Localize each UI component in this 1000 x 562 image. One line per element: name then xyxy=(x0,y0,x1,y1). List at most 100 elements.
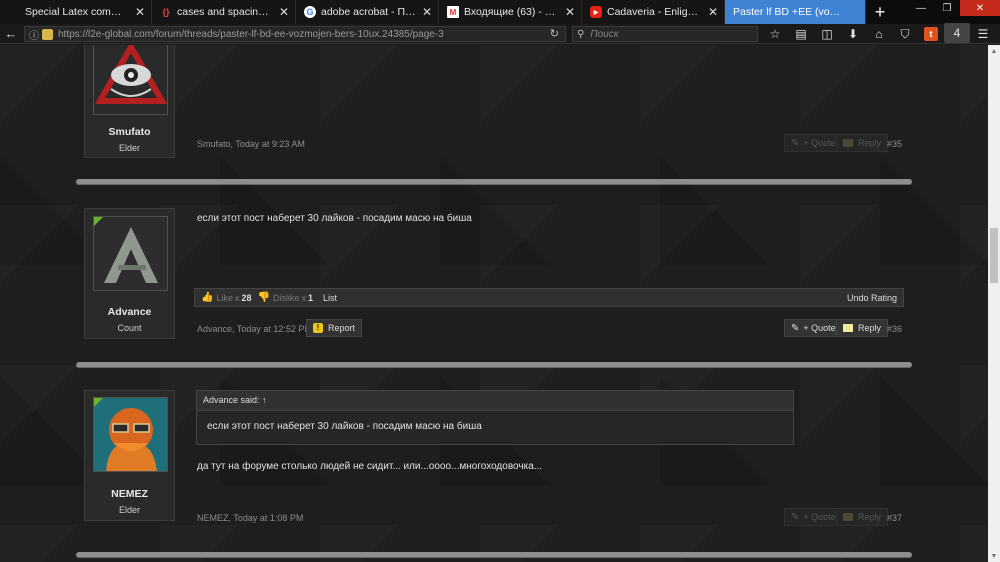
window-controls: — ❐ ✕ xyxy=(908,0,1000,16)
tab-title: adobe acrobat - Поиск в xyxy=(321,6,416,18)
post-divider xyxy=(76,552,912,558)
close-icon[interactable]: ✕ xyxy=(135,5,145,19)
tab-cases-spacing[interactable]: {} cases and spacing betwee ✕ xyxy=(152,0,296,24)
extension-icon[interactable]: t xyxy=(924,27,938,41)
reply-button[interactable]: Reply xyxy=(836,508,889,526)
quote-header[interactable]: Advance said: ↑ xyxy=(197,391,793,411)
tab-title: Paster lf BD +EE (vozmojen b xyxy=(733,6,843,18)
close-icon[interactable]: ✕ xyxy=(565,5,575,19)
reply-label: Reply xyxy=(858,138,882,148)
pen-icon: ✎ xyxy=(791,322,800,334)
quote-label: + Quote xyxy=(803,138,836,148)
tab-special-latex[interactable]: Special Latex commands ✕ xyxy=(0,0,152,24)
user-title: Elder xyxy=(118,505,140,515)
thumbs-down-icon[interactable]: 👎 xyxy=(257,292,269,303)
report-button[interactable]: ! Report xyxy=(306,319,363,337)
quote-button[interactable]: ✎ + Quote xyxy=(784,508,843,526)
tab-bar: Special Latex commands ✕ {} cases and sp… xyxy=(0,0,1000,24)
info-icon[interactable]: ⓘ xyxy=(29,27,39,42)
ublock-badge: 4 xyxy=(944,23,970,43)
reload-icon[interactable]: ↻ xyxy=(550,27,559,40)
quote-button[interactable]: ✎ + Quote xyxy=(784,319,843,337)
post-message: да тут на форуме столько людей не сидит.… xyxy=(197,461,543,472)
download-icon[interactable]: ⬇ xyxy=(840,24,866,44)
reply-button[interactable]: Reply xyxy=(836,134,889,152)
quote-label: + Quote xyxy=(803,323,836,333)
url-bar[interactable]: ⓘ https://l2e-global.com/forum/threads/p… xyxy=(24,26,566,42)
blank-icon xyxy=(8,6,20,18)
bookmark-star-icon[interactable]: ☆ xyxy=(762,24,788,44)
like-label[interactable]: Like xyxy=(216,293,233,303)
menu-icon[interactable]: ☰ xyxy=(970,24,996,44)
minimize-icon[interactable]: — xyxy=(908,0,934,16)
avatar[interactable] xyxy=(93,397,168,472)
warning-icon: ! xyxy=(313,323,323,333)
post-meta[interactable]: Smufato, Today at 9:23 AM xyxy=(197,139,305,149)
pocket-icon[interactable]: ◫ xyxy=(814,24,840,44)
username[interactable]: Advance xyxy=(85,306,174,318)
likes-list-link[interactable]: List xyxy=(323,293,337,303)
user-title: Count xyxy=(117,323,142,333)
site-identity-icon[interactable] xyxy=(42,28,53,40)
post-meta[interactable]: NEMEZ, Today at 1:08 PM xyxy=(197,513,303,523)
likes-summary: 👍 Like x 28 👎 Dislike x 1 List Undo Rati… xyxy=(194,288,904,307)
mute-close-icon[interactable]: ✕ xyxy=(708,5,718,19)
search-placeholder: Поиск xyxy=(590,28,619,40)
bracket-icon: {} xyxy=(162,7,170,17)
window-close-icon[interactable]: ✕ xyxy=(960,0,1000,16)
dislike-label[interactable]: Dislike xyxy=(273,293,300,303)
like-count: 28 xyxy=(241,292,252,303)
quote-label: + Quote xyxy=(803,512,836,522)
user-info-box: NEMEZ Elder xyxy=(84,390,175,521)
avatar[interactable] xyxy=(93,45,168,115)
tab-title: Special Latex commands xyxy=(25,6,129,18)
undo-rating-link[interactable]: Undo Rating xyxy=(847,293,897,303)
tab-title: cases and spacing betwee xyxy=(177,6,273,18)
home-icon[interactable]: ⌂ xyxy=(866,24,892,44)
username[interactable]: NEMEZ xyxy=(85,488,174,500)
ublock-icon[interactable]: ub4 xyxy=(944,23,970,43)
maximize-icon[interactable]: ❐ xyxy=(934,0,960,16)
tab-title: Входящие (63) - petr.kolo xyxy=(464,6,559,18)
shield-icon[interactable]: ⛉ xyxy=(892,24,918,44)
post-number[interactable]: #36 xyxy=(887,324,902,334)
avatar[interactable] xyxy=(93,216,168,291)
page-scrollbar[interactable]: ▲ ▼ xyxy=(988,45,1000,562)
pen-icon: ✎ xyxy=(791,511,800,523)
new-tab-button[interactable]: + xyxy=(866,0,894,24)
post-number[interactable]: #37 xyxy=(887,513,902,523)
search-input[interactable]: ⚲ Поиск xyxy=(572,26,758,42)
user-info-box: Smufato Elder xyxy=(84,45,175,158)
user-title: Elder xyxy=(118,143,140,153)
navigation-bar: ← ⓘ https://l2e-global.com/forum/threads… xyxy=(0,23,1000,44)
close-icon[interactable]: ✕ xyxy=(279,5,289,19)
tab-forum-thread[interactable]: Paster lf BD +EE (vozmojen b xyxy=(725,0,866,24)
report-label: Report xyxy=(328,323,356,333)
username[interactable]: Smufato xyxy=(85,126,174,138)
thumbs-up-icon[interactable]: 👍 xyxy=(201,292,213,303)
post-meta[interactable]: Advance, Today at 12:52 PM xyxy=(197,324,312,334)
tab-gmail-inbox[interactable]: M Входящие (63) - petr.kolo ✕ xyxy=(439,0,582,24)
quote-button[interactable]: ✎ + Quote xyxy=(784,134,843,152)
back-arrow-icon[interactable]: ← xyxy=(0,24,22,44)
quote-block: Advance said: ↑ если этот пост наберет 3… xyxy=(196,390,794,445)
dislike-multiplier: x xyxy=(301,292,306,303)
toolbar-icons: ☆ ▤ ◫ ⬇ ⌂ ⛉ t ub4 ☰ xyxy=(762,23,996,44)
dislike-count: 1 xyxy=(307,292,313,303)
google-icon: G xyxy=(304,6,316,18)
tab-cadaveria[interactable]: ▶ Cadaveria - Enlightene ✕ xyxy=(582,0,725,24)
reply-button[interactable]: Reply xyxy=(836,319,889,337)
post-number[interactable]: #35 xyxy=(887,139,902,149)
reply-icon xyxy=(843,513,853,521)
scrollbar-thumb[interactable] xyxy=(990,228,998,283)
close-icon[interactable]: ✕ xyxy=(422,5,432,19)
scroll-up-arrow-icon[interactable]: ▲ xyxy=(988,45,1000,57)
tab-adobe-acrobat[interactable]: G adobe acrobat - Поиск в ✕ xyxy=(296,0,439,24)
reading-list-icon[interactable]: ▤ xyxy=(788,24,814,44)
scroll-down-arrow-icon[interactable]: ▼ xyxy=(988,550,1000,562)
pen-icon: ✎ xyxy=(791,137,800,149)
post-message: если этот пост наберет 30 лайков - посад… xyxy=(197,213,472,224)
gmail-icon: M xyxy=(447,6,459,18)
online-indicator xyxy=(94,398,103,407)
reply-icon xyxy=(843,139,853,147)
